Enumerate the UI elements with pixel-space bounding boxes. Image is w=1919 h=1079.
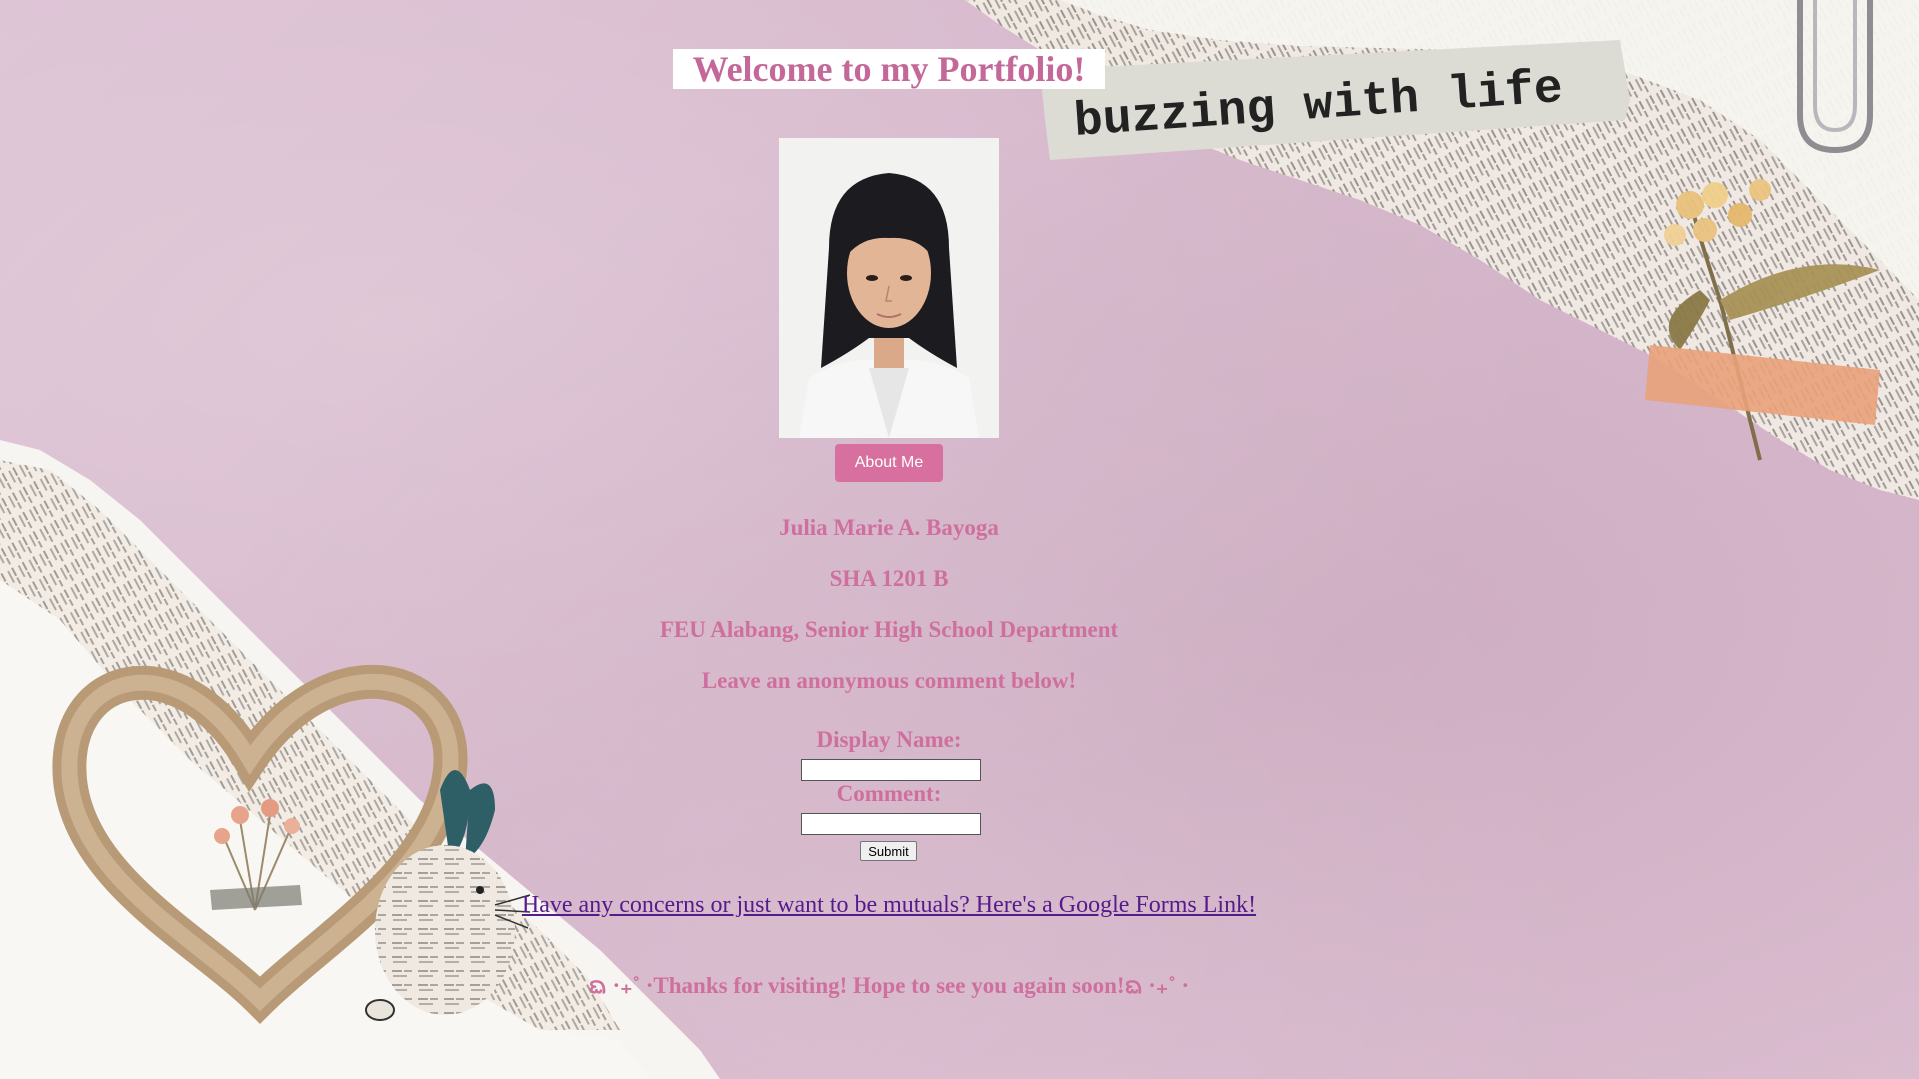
about-me-button[interactable]: About Me [835, 444, 943, 482]
school-name: FEU Alabang, Senior High School Departme… [659, 617, 1119, 642]
comment-input[interactable] [801, 813, 981, 835]
student-section: SHA 1201 B [829, 566, 949, 591]
welcome-banner: Welcome to my Portfolio! [673, 49, 1105, 89]
display-name-label: Display Name: [816, 727, 962, 752]
portfolio-page: Welcome to my Portfolio! About Me Julia … [0, 0, 1919, 1079]
profile-photo [779, 138, 999, 438]
portrait-image [779, 138, 999, 438]
student-name: Julia Marie A. Bayoga [779, 515, 999, 540]
google-forms-link[interactable]: Have any concerns or just want to be mut… [0, 892, 1778, 919]
thanks-message: ᨳ ·₊˚ ·Thanks for visiting! Hope to see … [588, 973, 1190, 998]
comment-label: Comment: [836, 781, 942, 806]
comment-prompt: Leave an anonymous comment below! [701, 668, 1077, 693]
submit-button[interactable]: Submit [860, 841, 917, 861]
display-name-input[interactable] [801, 759, 981, 781]
page-title: Welcome to my Portfolio! [692, 49, 1086, 89]
